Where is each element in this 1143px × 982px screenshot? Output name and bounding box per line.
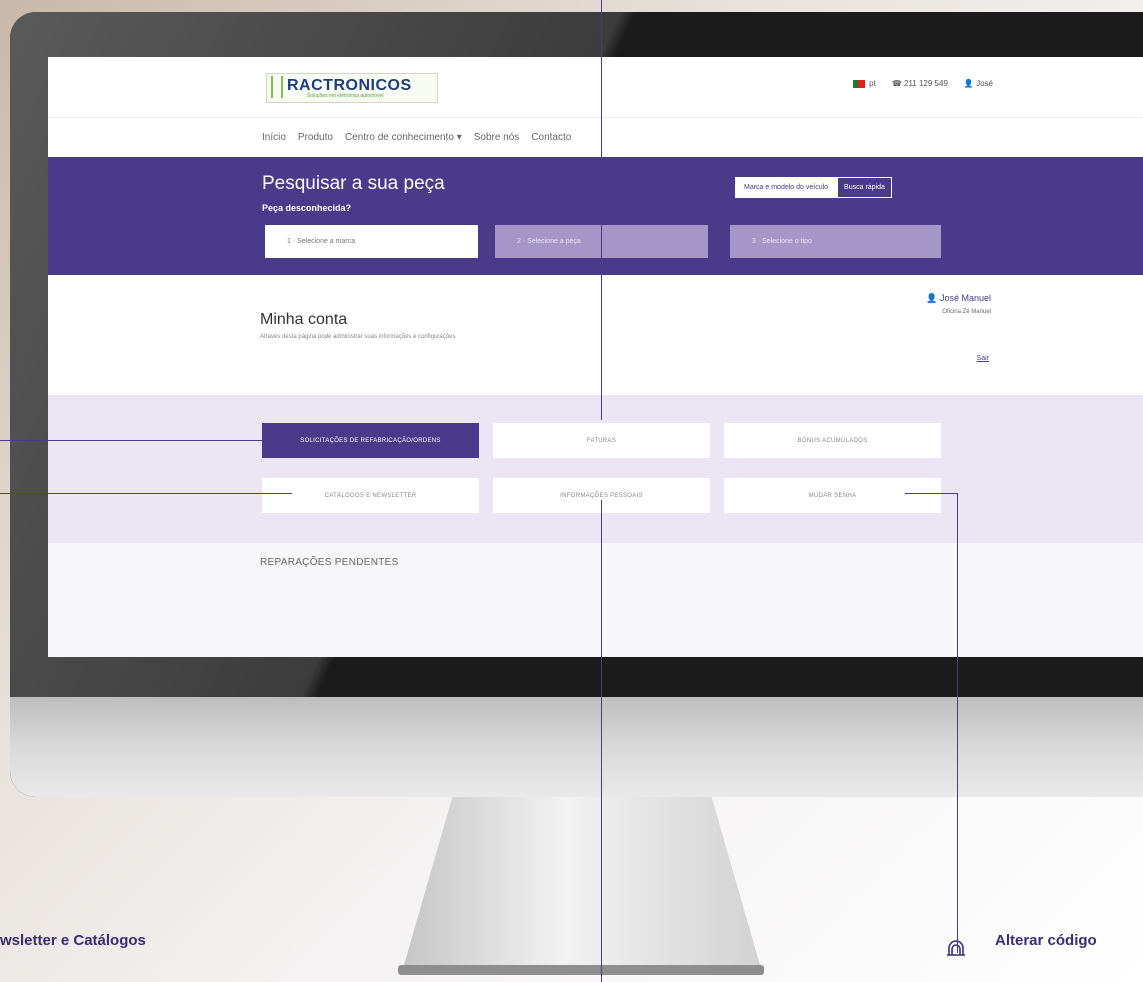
logout-link[interactable]: Sair [977,355,989,362]
nav-item-inicio[interactable]: Início [262,132,286,143]
search-mode-toggle: Marca e modelo do veículo Busca rápida [735,177,892,198]
callout-line-solicitacoes [0,440,262,441]
search-hero: Pesquisar a sua peça Peça desconhecida? … [48,157,1143,275]
section-title: REPARAÇÕES PENDENTES [260,557,399,568]
screen: RACTRONICOS Soluções em eletrónica autom… [48,57,1143,657]
brand-select[interactable]: 1 · Selecione a marca [265,225,478,258]
account-header: Minha conta Através desta página pode ad… [48,275,1143,395]
page-description: Através desta página pode administrar su… [260,334,456,340]
chevron-down-icon: ▾ [456,132,462,143]
monitor-stand [402,797,762,972]
vehicle-search-button[interactable]: Marca e modelo do veículo [735,177,838,198]
monitor-chin [10,697,1143,797]
header-utilities: pt ☎ 211 129 549 👤 José [853,79,993,88]
language-switch[interactable]: pt [853,79,876,88]
account-tabs: SOLICITAÇÕES DE REFABRICAÇÃO/ORDENS FATU… [48,395,1143,543]
tab-solicitacoes[interactable]: SOLICITAÇÕES DE REFABRICAÇÃO/ORDENS [262,423,479,458]
page-title: Minha conta [260,311,348,328]
account-user: 👤 José Manuel [926,293,991,303]
caption-alterar-codigo: Alterar código [995,932,1097,949]
nav-item-centro[interactable]: Centro de conhecimento ▾ [345,132,462,143]
hero-title: Pesquisar a sua peça [262,173,445,194]
padlock-icon [947,940,965,956]
hero-subtitle[interactable]: Peça desconhecida? [262,203,351,213]
logo-tagline: Soluções em eletrónica automóvel [307,93,384,99]
callout-line-faturas [601,0,602,420]
tab-mudar-senha[interactable]: MUDAR SENHA [724,478,941,513]
user-icon: 👤 [926,293,938,303]
user-menu[interactable]: 👤 José [964,79,993,88]
portugal-flag-icon [853,79,866,88]
nav-item-sobre[interactable]: Sobre nós [474,132,520,143]
callout-line-catalogos [0,493,292,494]
monitor-stand-base [398,965,764,975]
account-shop: Oficina Zé Manuel [942,309,991,315]
site-header: RACTRONICOS Soluções em eletrónica autom… [48,57,1143,117]
nav-item-produto[interactable]: Produto [298,132,333,143]
tab-bonus[interactable]: BÓNUS ACUMULADOS [724,423,941,458]
tab-faturas[interactable]: FATURAS [493,423,710,458]
nav-item-contacto[interactable]: Contacto [531,132,571,143]
logo-mark-icon [271,76,283,98]
tab-catalogos[interactable]: CATÁLOGOS E NEWSLETTER [262,478,479,513]
phone-link[interactable]: ☎ 211 129 549 [892,79,948,88]
callout-line-senha-h [905,493,957,494]
quick-search-button[interactable]: Busca rápida [837,177,892,198]
site-logo[interactable]: RACTRONICOS Soluções em eletrónica autom… [266,73,438,103]
main-nav: Início Produto Centro de conhecimento ▾ … [48,117,1143,158]
callout-line-senha-v [957,493,958,953]
type-select[interactable]: 3 · Selecione o tipo [730,225,941,258]
callout-line-info [601,500,602,982]
caption-newsletter: wsletter e Catálogos [0,932,146,949]
